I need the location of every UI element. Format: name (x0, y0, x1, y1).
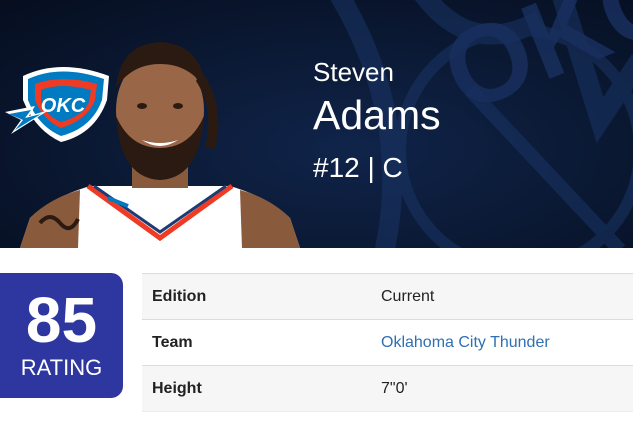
player-last-name: Adams (313, 92, 441, 138)
team-value-cell: Oklahoma City Thunder (381, 319, 633, 366)
team-label: Team (142, 319, 381, 366)
height-label: Height (142, 365, 381, 412)
table-row-height: Height 7"0' (142, 365, 633, 412)
height-value: 7"0' (381, 365, 633, 412)
player-hero-banner: OKC OKC Steven Adams #12 | C (0, 0, 633, 248)
edition-value: Current (381, 273, 633, 320)
rating-value: 85 (25, 284, 98, 356)
table-row-team: Team Oklahoma City Thunder (142, 319, 633, 366)
player-info-table: Edition Current Team Oklahoma City Thund… (142, 273, 633, 412)
player-photo (20, 42, 300, 248)
player-number-position: #12 | C (313, 152, 403, 183)
rating-badge: 85 RATING (0, 273, 123, 398)
team-link[interactable]: Oklahoma City Thunder (381, 334, 550, 351)
table-row-edition: Edition Current (142, 273, 633, 320)
rating-label: RATING (20, 355, 103, 380)
player-first-name: Steven (313, 57, 394, 87)
edition-label: Edition (142, 273, 381, 320)
